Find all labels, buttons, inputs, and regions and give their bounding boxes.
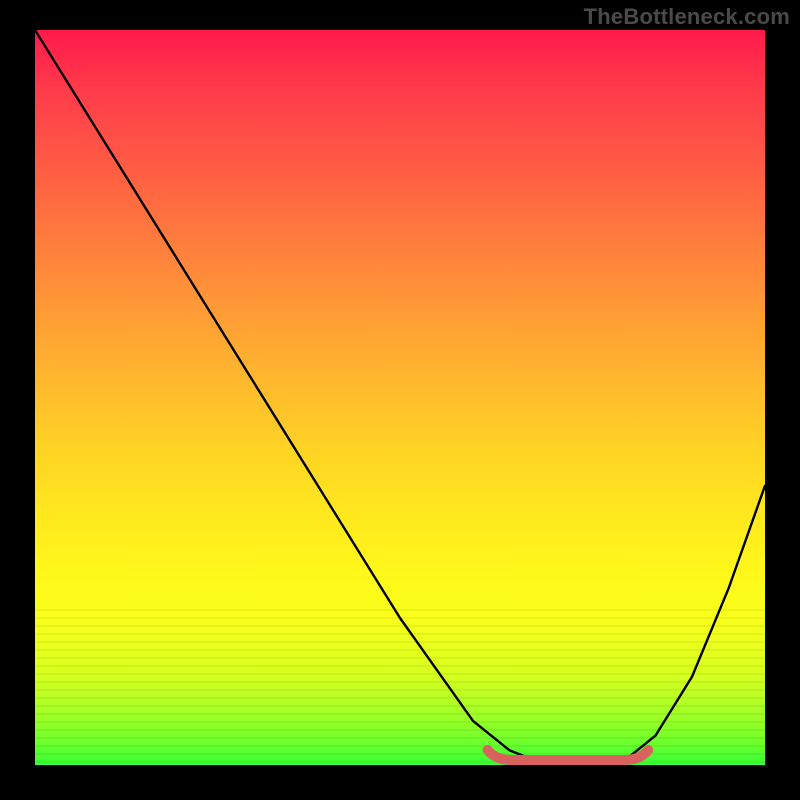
- watermark-text: TheBottleneck.com: [584, 4, 790, 30]
- background-gradient: [35, 30, 765, 765]
- chart-frame: TheBottleneck.com: [0, 0, 800, 800]
- plot-area: [35, 30, 765, 765]
